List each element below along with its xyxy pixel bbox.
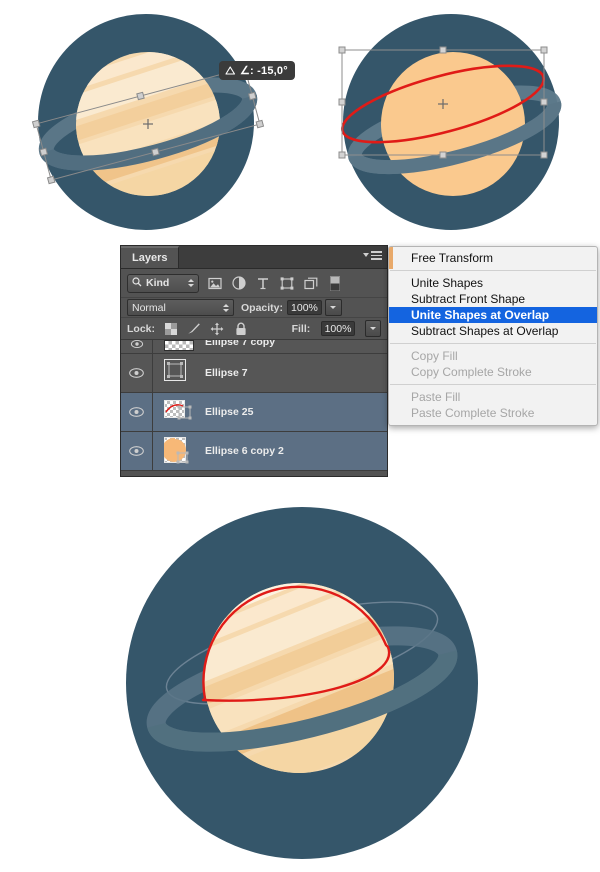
fill-label: Fill:: [291, 322, 311, 335]
menu-item-unite-shapes[interactable]: Unite Shapes: [389, 275, 597, 291]
menu-item-paste-complete-stroke: Paste Complete Stroke: [411, 406, 535, 420]
fill-value[interactable]: 100%: [321, 321, 355, 336]
layer-name: Ellipse 25: [205, 406, 254, 418]
visibility-eye-icon[interactable]: [121, 432, 153, 470]
lock-row[interactable]: Lock: Fill: 100%: [121, 318, 387, 340]
menu-item-free-transform[interactable]: Free Transform: [389, 250, 597, 266]
layer-filter-row[interactable]: Kind: [121, 269, 387, 298]
stepper-icon[interactable]: [188, 279, 194, 287]
lock-position-icon[interactable]: [209, 320, 225, 337]
lock-image-pixels-icon[interactable]: [186, 320, 202, 337]
layer-name: Ellipse 6 copy 2: [205, 445, 284, 457]
shape-operations-context-menu[interactable]: Free Transform Unite Shapes Subtract Fro…: [388, 246, 598, 426]
chevron-down-icon: [363, 253, 369, 258]
list-item[interactable]: Ellipse 7 copy: [121, 340, 387, 354]
type-layer-filter-icon[interactable]: [254, 275, 271, 292]
tab-layers[interactable]: Layers: [121, 246, 180, 268]
layer-filter-kind-select[interactable]: Kind: [127, 273, 199, 293]
menu-item-unite-shapes-at-overlap[interactable]: Unite Shapes at Overlap: [389, 307, 597, 323]
angle-icon: [225, 66, 236, 75]
layer-thumbnail: [162, 437, 194, 465]
list-item[interactable]: Ellipse 25: [121, 393, 387, 432]
menu-edge-accent: [389, 247, 393, 269]
adjustment-layer-filter-icon[interactable]: [230, 275, 247, 292]
panel-menu-icon[interactable]: [363, 251, 382, 260]
shape-layer-filter-icon[interactable]: [278, 275, 295, 292]
layer-thumbnail: [164, 359, 194, 387]
illustration-top-left: [18, 12, 290, 234]
opacity-dropdown-button[interactable]: [324, 299, 342, 316]
layer-filter-kind-label: Kind: [146, 277, 170, 289]
stepper-icon[interactable]: [223, 303, 229, 312]
menu-item-copy-complete-stroke: Copy Complete Stroke: [411, 365, 532, 379]
smart-object-filter-icon[interactable]: [302, 275, 319, 292]
menu-separator: [390, 384, 596, 385]
blend-mode-select[interactable]: Normal: [127, 299, 234, 316]
layer-name: Ellipse 7 copy: [205, 340, 276, 348]
layers-panel[interactable]: Layers Kind Normal Opacity: 100% Lock: F…: [120, 245, 388, 477]
layer-thumbnail: [164, 398, 194, 426]
layer-thumbnail: [164, 340, 194, 351]
filter-toggle-icon[interactable]: [326, 275, 343, 292]
menu-item-subtract-front-shape[interactable]: Subtract Front Shape: [389, 291, 597, 307]
list-item[interactable]: Ellipse 6 copy 2: [121, 432, 387, 471]
menu-item-subtract-shapes-at-overlap[interactable]: Subtract Shapes at Overlap: [389, 323, 597, 339]
angle-tooltip: ∠: -15,0°: [219, 61, 295, 80]
blend-mode-row[interactable]: Normal Opacity: 100%: [121, 298, 387, 318]
layer-name: Ellipse 7: [205, 367, 248, 379]
visibility-eye-icon[interactable]: [121, 354, 153, 392]
screenshot-root: ∠: -15,0° Layers Kind Normal Opacity: 10…: [0, 0, 600, 872]
layer-list[interactable]: Ellipse 7 copy Ellipse 7 Ellipse 25 Elli…: [121, 340, 387, 471]
search-icon: [132, 274, 142, 292]
opacity-label: Opacity:: [241, 301, 284, 314]
illustration-bottom-result: [124, 503, 480, 863]
angle-tooltip-text: ∠: -15,0°: [240, 65, 288, 77]
menu-item-copy-fill: Copy Fill: [411, 349, 458, 363]
lock-label: Lock:: [127, 322, 156, 335]
menu-separator: [390, 343, 596, 344]
hamburger-icon: [371, 251, 382, 260]
illustration-top-right: [311, 12, 583, 234]
visibility-eye-icon[interactable]: [121, 340, 153, 353]
menu-separator: [390, 270, 596, 271]
menu-item-paste-fill: Paste Fill: [411, 390, 461, 404]
visibility-eye-icon[interactable]: [121, 393, 153, 431]
opacity-value[interactable]: 100%: [287, 300, 322, 315]
lock-all-icon[interactable]: [232, 320, 248, 337]
blend-mode-value: Normal: [132, 301, 166, 314]
pixel-layer-filter-icon[interactable]: [206, 275, 223, 292]
lock-transparent-pixels-icon[interactable]: [163, 320, 179, 337]
layers-panel-tabbar: Layers: [121, 246, 387, 269]
fill-dropdown-button[interactable]: [364, 320, 381, 337]
list-item[interactable]: Ellipse 7: [121, 354, 387, 393]
